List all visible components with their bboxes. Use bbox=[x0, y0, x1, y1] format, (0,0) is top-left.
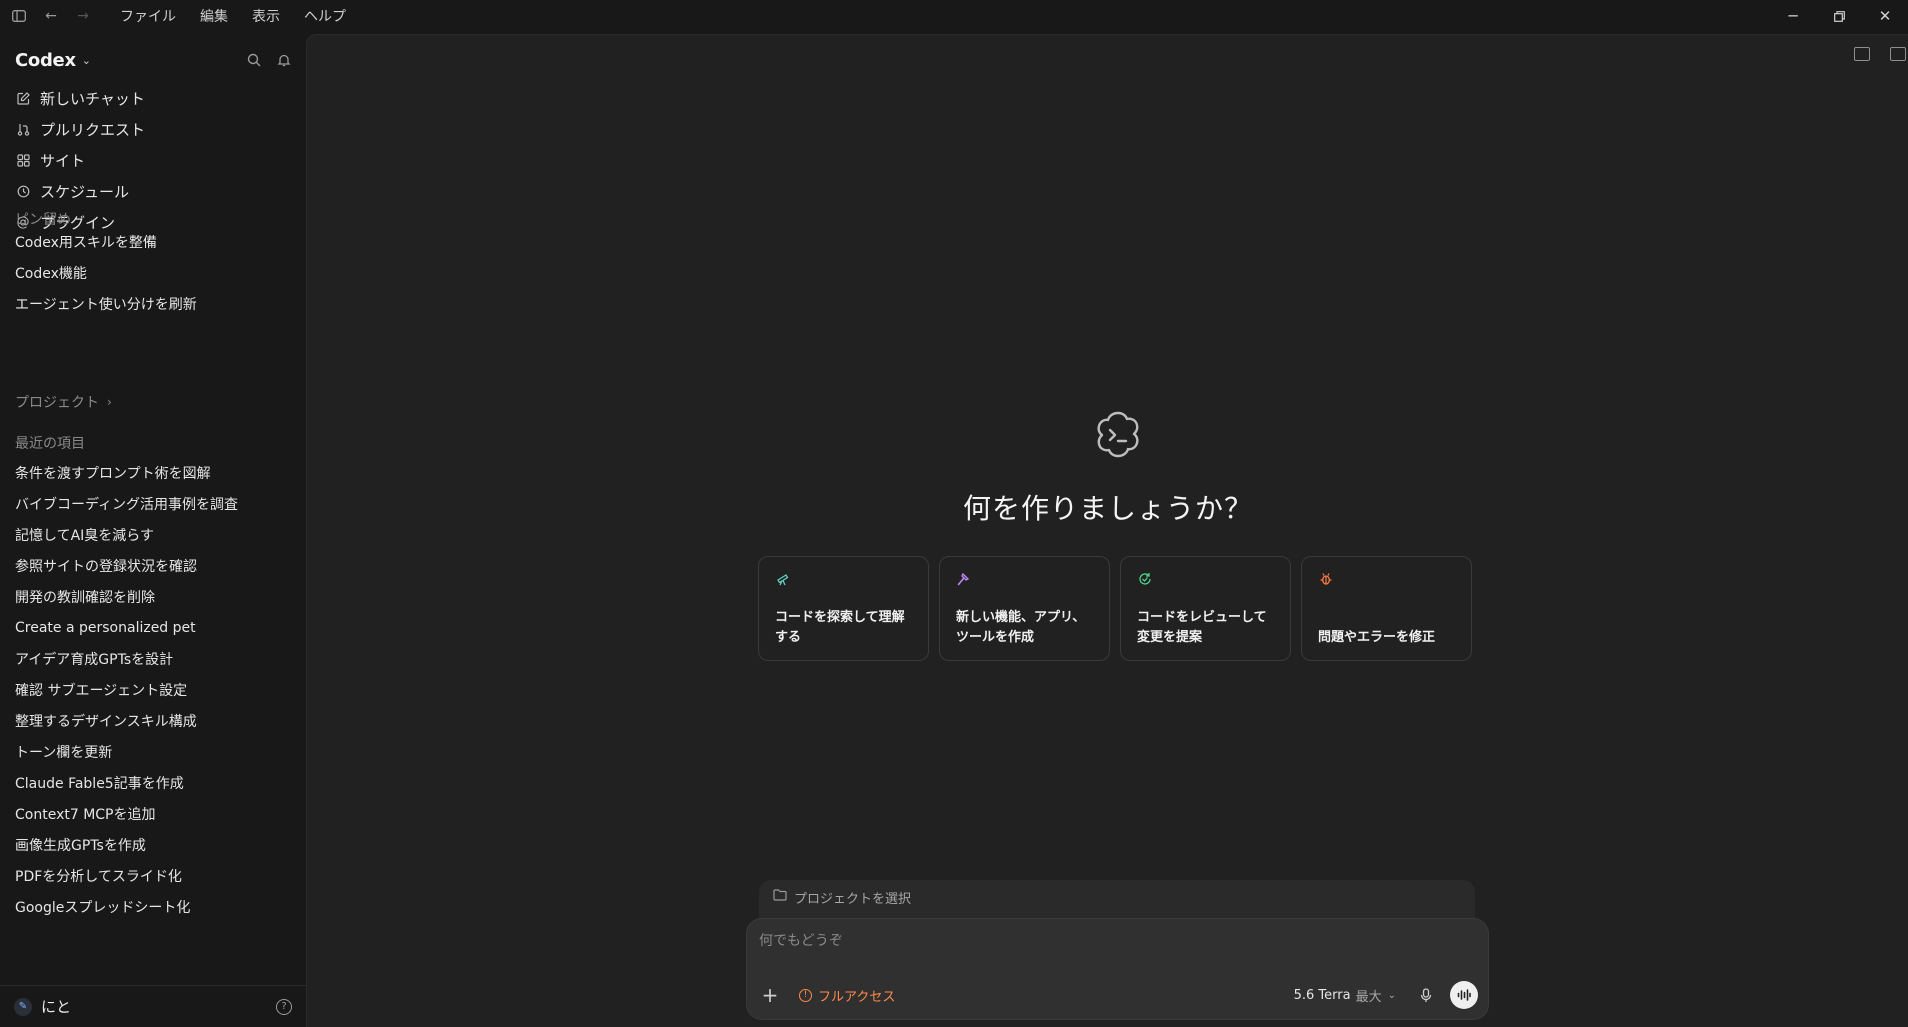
nav-new-chat[interactable]: 新しいチャット bbox=[10, 83, 296, 114]
nav-schedule[interactable]: スケジュール bbox=[10, 176, 296, 207]
list-item[interactable]: アイデア育成GPTsを設計 bbox=[15, 643, 295, 674]
folder-icon bbox=[773, 889, 787, 905]
microphone-icon[interactable] bbox=[1418, 987, 1434, 1003]
title-bar: ← → ファイル 編集 表示 ヘルプ ─ ✕ bbox=[0, 0, 1908, 32]
list-item[interactable]: PDFを分析してスライド化 bbox=[15, 860, 295, 891]
side-panel-icon[interactable] bbox=[1890, 47, 1906, 61]
restore-button[interactable] bbox=[1816, 0, 1862, 32]
card-fix-errors[interactable]: 問題やエラーを修正 bbox=[1301, 556, 1472, 661]
codex-logo-icon bbox=[1097, 411, 1139, 458]
list-item[interactable]: 条件を渡すプロンプト術を図解 bbox=[15, 457, 295, 488]
card-text-line: コードをレビューして bbox=[1137, 610, 1267, 625]
card-build-feature[interactable]: 新しい機能、アプリ、 ツールを作成 bbox=[939, 556, 1110, 661]
list-item[interactable]: 開発の教訓確認を削除 bbox=[15, 581, 295, 612]
nav-label: サイト bbox=[40, 152, 86, 170]
list-item[interactable]: 画像生成GPTsを作成 bbox=[15, 829, 295, 860]
list-item[interactable]: 整理するデザインスキル構成 bbox=[15, 705, 295, 736]
sidebar-toggle-icon[interactable] bbox=[10, 7, 28, 25]
edit-icon bbox=[15, 92, 31, 105]
warning-icon: ! bbox=[799, 988, 812, 1002]
chevron-down-icon: ⌄ bbox=[1387, 989, 1396, 1001]
list-item[interactable]: 記憶してAI臭を減らす bbox=[15, 519, 295, 550]
telescope-icon bbox=[775, 571, 791, 587]
brand-row: Codex ⌄ bbox=[15, 46, 292, 74]
brand-switcher[interactable]: Codex bbox=[15, 50, 76, 71]
clock-icon bbox=[15, 185, 31, 198]
list-item[interactable]: エージェント使い分けを刷新 bbox=[15, 288, 295, 319]
menu-help[interactable]: ヘルプ bbox=[304, 6, 346, 26]
chevron-right-icon: › bbox=[107, 395, 112, 409]
nav-label: プルリクエスト bbox=[40, 121, 146, 139]
menu-edit[interactable]: 編集 bbox=[200, 6, 228, 26]
user-name[interactable]: にと bbox=[41, 996, 71, 1017]
list-item[interactable]: トーン欄を更新 bbox=[15, 736, 295, 767]
model-name: 5.6 Terra bbox=[1293, 987, 1351, 1003]
terminal-panel-icon[interactable] bbox=[1854, 47, 1870, 61]
help-icon[interactable]: ? bbox=[276, 998, 292, 1015]
close-window-button[interactable]: ✕ bbox=[1862, 0, 1908, 32]
pinned-list: Codex用スキルを整備 Codex機能 エージェント使い分けを刷新 bbox=[15, 226, 295, 319]
composer: + ! フルアクセス 5.6 Terra 最大 ⌄ bbox=[746, 918, 1489, 1020]
menu-file[interactable]: ファイル bbox=[120, 6, 176, 26]
access-label: フルアクセス bbox=[818, 989, 896, 1005]
add-attachment-button[interactable]: + bbox=[759, 983, 781, 1007]
card-text-line: 変更を提案 bbox=[1137, 630, 1203, 645]
list-item[interactable]: Claude Fable5記事を作成 bbox=[15, 767, 295, 798]
card-text-line: ツールを作成 bbox=[956, 630, 1035, 645]
main-top-actions bbox=[1854, 47, 1908, 61]
hero-title: 何を作りましょうか？ bbox=[962, 492, 1253, 525]
recent-section-label: 最近の項目 bbox=[15, 436, 85, 452]
card-text-line: 問題やエラーを修正 bbox=[1318, 630, 1436, 645]
nav-sites[interactable]: サイト bbox=[10, 145, 296, 176]
forward-arrow-icon[interactable]: → bbox=[74, 7, 92, 25]
card-review-code[interactable]: コードをレビューして 変更を提案 bbox=[1120, 556, 1291, 661]
list-item[interactable]: Create a personalized pet bbox=[15, 612, 295, 643]
model-selector[interactable]: 5.6 Terra 最大 ⌄ bbox=[1294, 986, 1396, 1005]
sidebar: Codex ⌄ 新しいチャット プルリクエスト サイト スケジュール @ プラグ… bbox=[0, 32, 306, 1027]
project-select-label: プロジェクトを選択 bbox=[794, 891, 912, 907]
review-icon bbox=[1137, 571, 1153, 587]
nav-label: スケジュール bbox=[40, 183, 129, 201]
main-panel: 何を作りましょうか？ コードを探索して理解 する 新しい機能、アプリ、 ツールを… bbox=[306, 34, 1908, 1027]
prompt-input[interactable] bbox=[759, 933, 1459, 949]
projects-section-label[interactable]: プロジェクト › bbox=[15, 392, 112, 412]
access-mode-button[interactable]: ! フルアクセス bbox=[799, 986, 895, 1005]
list-item[interactable]: 確認 サブエージェント設定 bbox=[15, 674, 295, 705]
list-item[interactable]: Context7 MCPを追加 bbox=[15, 798, 295, 829]
menu-view[interactable]: 表示 bbox=[252, 6, 280, 26]
back-arrow-icon[interactable]: ← bbox=[42, 7, 60, 25]
search-icon[interactable] bbox=[246, 52, 262, 68]
list-item[interactable]: Codex用スキルを整備 bbox=[15, 226, 295, 257]
suggestion-cards: コードを探索して理解 する 新しい機能、アプリ、 ツールを作成 コードをレビュー… bbox=[758, 556, 1472, 661]
projects-label: プロジェクト bbox=[15, 395, 99, 411]
model-effort: 最大 bbox=[1355, 989, 1382, 1005]
chevron-down-icon[interactable]: ⌄ bbox=[82, 54, 91, 67]
nav-pull-requests[interactable]: プルリクエスト bbox=[10, 114, 296, 145]
list-item[interactable]: Codex機能 bbox=[15, 257, 295, 288]
list-item[interactable]: バイブコーディング活用事例を調査 bbox=[15, 488, 295, 519]
card-text-line: する bbox=[775, 630, 802, 645]
avatar[interactable]: ✎ bbox=[14, 997, 32, 1016]
list-item[interactable]: Googleスプレッドシート化 bbox=[15, 891, 295, 922]
bell-icon[interactable] bbox=[276, 52, 292, 68]
nav-label: 新しいチャット bbox=[40, 90, 145, 108]
sites-icon bbox=[15, 154, 31, 167]
user-bar: ✎ にと ? bbox=[0, 985, 306, 1027]
hammer-icon bbox=[956, 571, 972, 587]
bug-icon bbox=[1318, 571, 1334, 587]
card-text-line: コードを探索して理解 bbox=[775, 610, 905, 625]
recent-list: 条件を渡すプロンプト術を図解 バイブコーディング活用事例を調査 記憶してAI臭を… bbox=[15, 457, 295, 922]
list-item[interactable]: 参照サイトの登録状況を確認 bbox=[15, 550, 295, 581]
pull-request-icon bbox=[15, 123, 31, 136]
minimize-button[interactable]: ─ bbox=[1770, 0, 1816, 32]
card-explore-code[interactable]: コードを探索して理解 する bbox=[758, 556, 929, 661]
voice-mode-button[interactable] bbox=[1450, 981, 1478, 1009]
card-text-line: 新しい機能、アプリ、 bbox=[956, 610, 1086, 625]
